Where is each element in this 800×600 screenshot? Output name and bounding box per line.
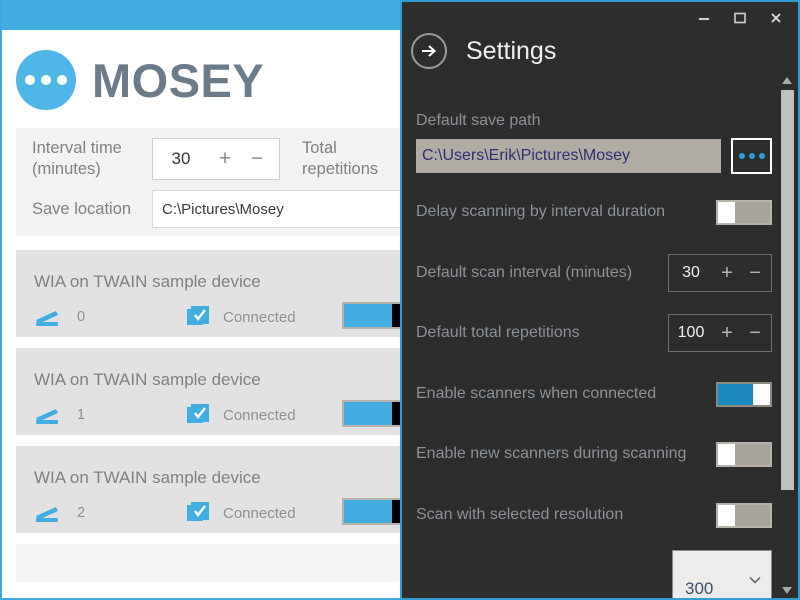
main-window-titlebar[interactable] (2, 0, 415, 30)
minimize-icon[interactable] (686, 4, 722, 32)
setting-label: Scan with selected resolution (416, 506, 624, 523)
scanner-list-item[interactable]: WIA on TWAIN sample device 0 Connected (16, 250, 415, 337)
enable-scanners-when-connected-toggle[interactable] (716, 381, 772, 407)
setting-label: Enable scanners when connected (416, 385, 657, 402)
default-save-path-row: C:\Users\Erik\Pictures\Mosey (416, 138, 772, 174)
scanner-list: WIA on TWAIN sample device 0 Connected W… (16, 250, 415, 582)
close-icon[interactable] (758, 4, 794, 32)
default-scan-interval-decrement-button[interactable]: − (741, 262, 769, 285)
interval-time-increment-button[interactable]: + (209, 147, 241, 171)
interval-time-value[interactable]: 30 (153, 149, 209, 169)
scanner-index: 2 (77, 505, 86, 521)
interval-time-label: Interval time (minutes) (32, 139, 122, 178)
scanner-meta: 0 Connected (34, 304, 296, 330)
mosey-main-window: MOSEY Interval time (minutes) 30 + − Tot… (0, 0, 415, 600)
scroll-down-arrow-icon[interactable] (778, 582, 796, 598)
maximize-icon[interactable] (722, 4, 758, 32)
scan-with-selected-resolution-toggle[interactable] (716, 502, 772, 528)
scanner-meta: 2 Connected (34, 500, 296, 526)
ellipsis-dot-icon (758, 153, 765, 159)
default-save-path-input[interactable]: C:\Users\Erik\Pictures\Mosey (416, 139, 721, 173)
setting-row-delay-scanning: Delay scanning by interval duration (416, 192, 772, 232)
delay-scanning-toggle[interactable] (716, 199, 772, 225)
window-controls (686, 4, 794, 32)
interval-time-row: Interval time (minutes) 30 + − Total rep… (32, 138, 412, 180)
settings-window: Settings Default save path C:\Users\Erik… (400, 0, 800, 600)
default-save-path-label: Default save path (416, 112, 541, 129)
scanner-icon (34, 307, 60, 327)
save-location-input[interactable]: C:\Pictures\Mosey (152, 190, 414, 228)
setting-label: Enable new scanners during scanning (416, 445, 687, 462)
scanner-icon (34, 503, 60, 523)
setting-row-default-total-repetitions: Default total repetitions 100 + − (416, 313, 772, 353)
scanner-name: WIA on TWAIN sample device (34, 272, 261, 291)
setting-label: Default scan interval (minutes) (416, 264, 633, 281)
default-total-repetitions-value[interactable]: 100 (669, 324, 713, 342)
checkbox-checked-icon (187, 404, 209, 426)
total-repetitions-label: Total repetitions (302, 139, 379, 178)
scanner-status-text: Connected (223, 406, 296, 424)
settings-scrollbar[interactable] (778, 72, 796, 598)
setting-row-enable-scanners-connected: Enable scanners when connected (416, 374, 772, 414)
schedule-form-panel: Interval time (minutes) 30 + − Total rep… (16, 128, 415, 236)
enable-new-scanners-during-scanning-toggle[interactable] (716, 441, 772, 467)
ellipsis-dot-icon (748, 153, 755, 159)
setting-row-enable-new-scanners: Enable new scanners during scanning (416, 434, 772, 474)
scanner-meta: 1 Connected (34, 402, 296, 428)
settings-title: Settings (466, 36, 557, 65)
scrollbar-thumb[interactable] (781, 90, 794, 490)
ellipsis-dot-icon (738, 153, 745, 159)
app-title: MOSEY (92, 53, 265, 107)
default-scan-interval-stepper[interactable]: 30 + − (668, 254, 772, 292)
setting-label: Default total repetitions (416, 324, 580, 341)
scanner-index: 0 (77, 309, 86, 325)
app-root: MOSEY Interval time (minutes) 30 + − Tot… (0, 0, 800, 600)
arrow-right-circle-icon[interactable] (411, 33, 447, 69)
checkbox-checked-icon (187, 306, 209, 328)
scanner-index: 1 (77, 407, 86, 423)
checkbox-checked-icon (187, 502, 209, 524)
scanner-status-text: Connected (223, 308, 296, 326)
default-scan-interval-increment-button[interactable]: + (713, 262, 741, 285)
default-total-repetitions-decrement-button[interactable]: − (741, 322, 769, 345)
resolution-select[interactable]: 300 (672, 550, 772, 598)
scroll-up-arrow-icon[interactable] (778, 72, 796, 88)
interval-time-stepper[interactable]: 30 + − (152, 138, 280, 180)
scanner-list-item[interactable]: WIA on TWAIN sample device 2 Connected (16, 446, 415, 533)
chevron-down-icon (749, 573, 761, 587)
interval-time-decrement-button[interactable]: − (241, 147, 273, 171)
app-branding: MOSEY (16, 44, 264, 116)
scanner-icon (34, 405, 60, 425)
default-total-repetitions-increment-button[interactable]: + (713, 322, 741, 345)
scanner-list-item[interactable]: WIA on TWAIN sample device 1 Connected (16, 348, 415, 435)
default-total-repetitions-stepper[interactable]: 100 + − (668, 314, 772, 352)
browse-folder-button[interactable] (731, 138, 772, 174)
setting-label: Delay scanning by interval duration (416, 203, 666, 220)
setting-row-default-scan-interval: Default scan interval (minutes) 30 + − (416, 253, 772, 293)
settings-body: Default save path C:\Users\Erik\Pictures… (402, 80, 798, 598)
setting-row-scan-selected-resolution: Scan with selected resolution (416, 495, 772, 535)
scanner-status-text: Connected (223, 504, 296, 522)
settings-header: Settings (411, 30, 556, 72)
save-location-label: Save location (32, 199, 132, 218)
resolution-select-value: 300 (685, 579, 714, 598)
default-scan-interval-value[interactable]: 30 (669, 264, 713, 282)
scanner-name: WIA on TWAIN sample device (34, 370, 261, 389)
three-dots-circle-icon (16, 50, 76, 110)
scanner-list-footer (16, 544, 415, 582)
scanner-name: WIA on TWAIN sample device (34, 468, 261, 487)
save-location-row: Save location C:\Pictures\Mosey (32, 190, 414, 228)
